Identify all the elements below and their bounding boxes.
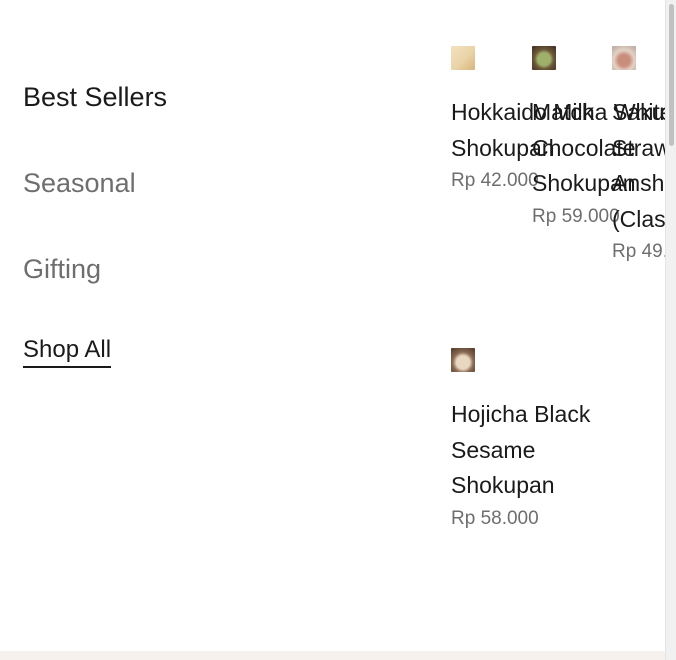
product-card-sakura[interactable]: Sakura Strawberry Anshoku (Classic) Rp 4… (612, 46, 665, 263)
product-card-hojicha[interactable]: Hojicha Black Sesame Shokupan Rp 58.000 (451, 348, 611, 530)
footer-edge (0, 651, 665, 660)
scrollbar-thumb[interactable] (669, 4, 674, 146)
product-name: Sakura Strawberry Anshoku (Classic) (612, 99, 665, 232)
product-grid: Hokkaido Milk Shokupan Rp 42.000 Matcha … (451, 0, 665, 660)
menu-item-seasonal[interactable]: Seasonal (23, 168, 136, 199)
product-price: Rp 49.000 (612, 241, 665, 262)
menu-item-gifting[interactable]: Gifting (23, 254, 101, 285)
product-price: Rp 58.000 (451, 507, 539, 529)
sakura-shokupan-thumbnail (612, 46, 636, 70)
product-name: Hojicha Black Sesame Shokupan (451, 401, 591, 498)
hojicha-shokupan-thumbnail (451, 348, 475, 372)
vertical-scrollbar[interactable] (665, 0, 676, 660)
shop-all-link[interactable]: Shop All (23, 336, 112, 368)
hokkaido-milk-shokupan-thumbnail (451, 46, 475, 70)
matcha-shokupan-thumbnail (532, 46, 556, 70)
menu-item-best-sellers[interactable]: Best Sellers (23, 82, 167, 113)
